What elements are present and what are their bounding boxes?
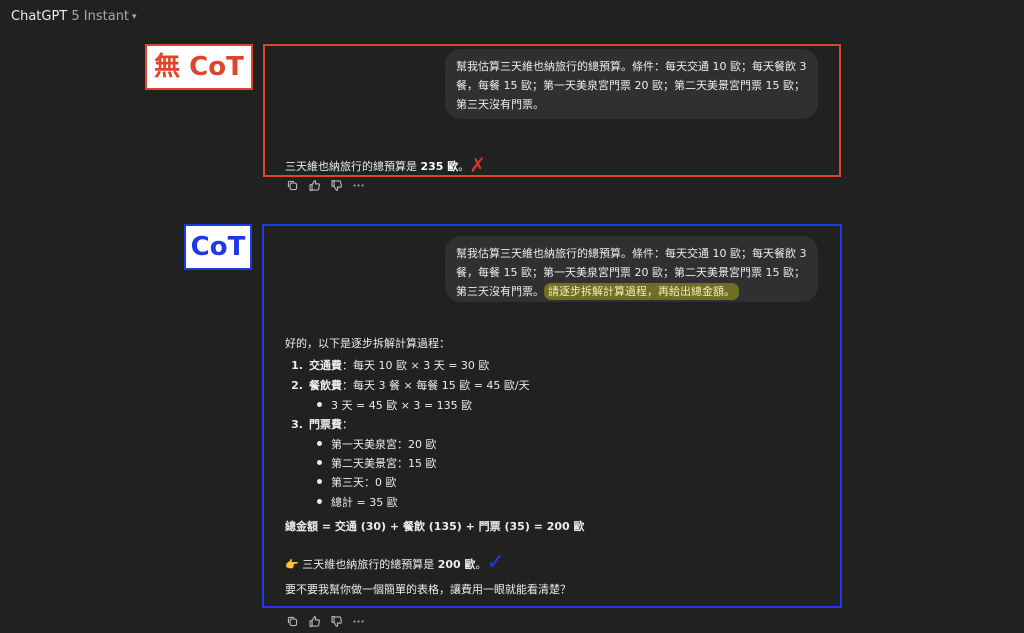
- model-name: 5 Instant: [71, 9, 130, 24]
- pointing-hand-icon: 👉: [285, 558, 299, 571]
- sub-item-text: 第二天美景宮：15 歐: [331, 457, 437, 470]
- step-text: ：: [342, 418, 353, 431]
- list-number: 1.: [291, 359, 303, 372]
- answer-text: 三天維也納旅行的總預算是: [285, 160, 421, 173]
- answer-period: 。: [458, 160, 470, 173]
- model-selector[interactable]: ChatGPT 5 Instant ▾: [11, 9, 137, 24]
- list-item: 2. 餐飲費：每天 3 餐 × 每餐 15 歐 = 45 歐/天: [285, 377, 530, 393]
- message-line: 餐，每餐 15 歐；第一天美泉宮門票 20 歐；第二天美景宮門票 15 歐；: [456, 79, 805, 92]
- step-label: 交通費: [309, 359, 342, 372]
- user-message-bubble: 幫我估算三天維也納旅行的總預算。條件：每天交通 10 歐；每天餐飲 3 餐，每餐…: [445, 49, 818, 119]
- step-text: ：每天 3 餐 × 每餐 15 歐 = 45 歐/天: [342, 379, 530, 392]
- answer-value: 235 歐: [420, 160, 459, 173]
- list-item: 1. 交通費：每天 10 歐 × 3 天 = 30 歐: [285, 357, 489, 373]
- answer-text: 三天維也納旅行的總預算是: [302, 558, 438, 571]
- step-text: ：每天 10 歐 × 3 天 = 30 歐: [342, 359, 490, 372]
- top-bar: ChatGPT 5 Instant ▾: [0, 0, 1024, 34]
- message-actions: [286, 179, 365, 192]
- thumbs-up-icon[interactable]: [308, 615, 321, 628]
- response-intro: 好的，以下是逐步拆解計算過程：: [285, 337, 450, 350]
- message-line: 第三天沒有門票。 請逐步拆解計算過程，再給出總金額。: [456, 282, 807, 301]
- list-item: 3. 門票費：: [285, 416, 353, 432]
- thumbs-down-icon[interactable]: [330, 179, 343, 192]
- list-item: 第二天美景宮：15 歐: [317, 455, 437, 471]
- correct-mark-icon: ✓: [486, 550, 505, 575]
- sub-item-text: 第三天：0 歐: [331, 476, 397, 489]
- list-number: 3.: [291, 418, 303, 431]
- more-icon[interactable]: [352, 179, 365, 192]
- message-line: 幫我估算三天維也納旅行的總預算。條件：每天交通 10 歐；每天餐飲 3: [456, 247, 807, 260]
- total-line: 總金額 = 交通 (30) + 餐飲 (135) + 門票 (35) = 200…: [285, 520, 585, 533]
- cot-label: CoT: [184, 224, 252, 270]
- step-label: 門票費: [309, 418, 342, 431]
- bullet: [317, 441, 322, 446]
- followup-question: 要不要我幫你做一個簡單的表格，讓費用一眼就能看清楚？: [285, 583, 571, 596]
- message-line: 第三天沒有門票。: [456, 98, 544, 111]
- assistant-answer: 👉 三天維也納旅行的總預算是 200 歐。✓: [285, 549, 505, 575]
- highlighted-instruction: 請逐步拆解計算過程，再給出總金額。: [544, 283, 739, 300]
- list-item: 第一天美泉宮：20 歐: [317, 436, 437, 452]
- message-text: 第三天沒有門票。: [456, 285, 544, 298]
- thumbs-up-icon[interactable]: [308, 179, 321, 192]
- message-line: 幫我估算三天維也納旅行的總預算。條件：每天交通 10 歐；每天餐飲 3: [456, 60, 807, 73]
- bullet: [317, 479, 322, 484]
- assistant-answer: 三天維也納旅行的總預算是 235 歐。✗: [285, 151, 487, 177]
- list-number: 2.: [291, 379, 303, 392]
- bullet: [317, 402, 322, 407]
- list-item: 3 天 = 45 歐 × 3 = 135 歐: [317, 397, 472, 413]
- list-item: 總計 = 35 歐: [317, 494, 398, 510]
- no-cot-label: 無 CoT: [145, 44, 253, 90]
- sub-item-text: 總計 = 35 歐: [331, 496, 398, 509]
- list-item: 第三天：0 歐: [317, 474, 397, 490]
- copy-icon[interactable]: [286, 179, 299, 192]
- copy-icon[interactable]: [286, 615, 299, 628]
- message-actions: [286, 615, 365, 628]
- sub-item-text: 3 天 = 45 歐 × 3 = 135 歐: [331, 399, 473, 412]
- bullet: [317, 460, 322, 465]
- chevron-down-icon: ▾: [132, 12, 137, 22]
- step-label: 餐飲費: [309, 379, 342, 392]
- sub-item-text: 第一天美泉宮：20 歐: [331, 438, 437, 451]
- wrong-mark-icon: ✗: [469, 153, 487, 177]
- app-name: ChatGPT: [11, 9, 68, 24]
- answer-period: 。: [475, 558, 487, 571]
- answer-value: 200 歐: [437, 558, 476, 571]
- more-icon[interactable]: [352, 615, 365, 628]
- user-message-bubble: 幫我估算三天維也納旅行的總預算。條件：每天交通 10 歐；每天餐飲 3 餐，每餐…: [445, 236, 818, 302]
- message-line: 餐，每餐 15 歐；第一天美泉宮門票 20 歐；第二天美景宮門票 15 歐；: [456, 266, 805, 279]
- bullet: [317, 499, 322, 504]
- thumbs-down-icon[interactable]: [330, 615, 343, 628]
